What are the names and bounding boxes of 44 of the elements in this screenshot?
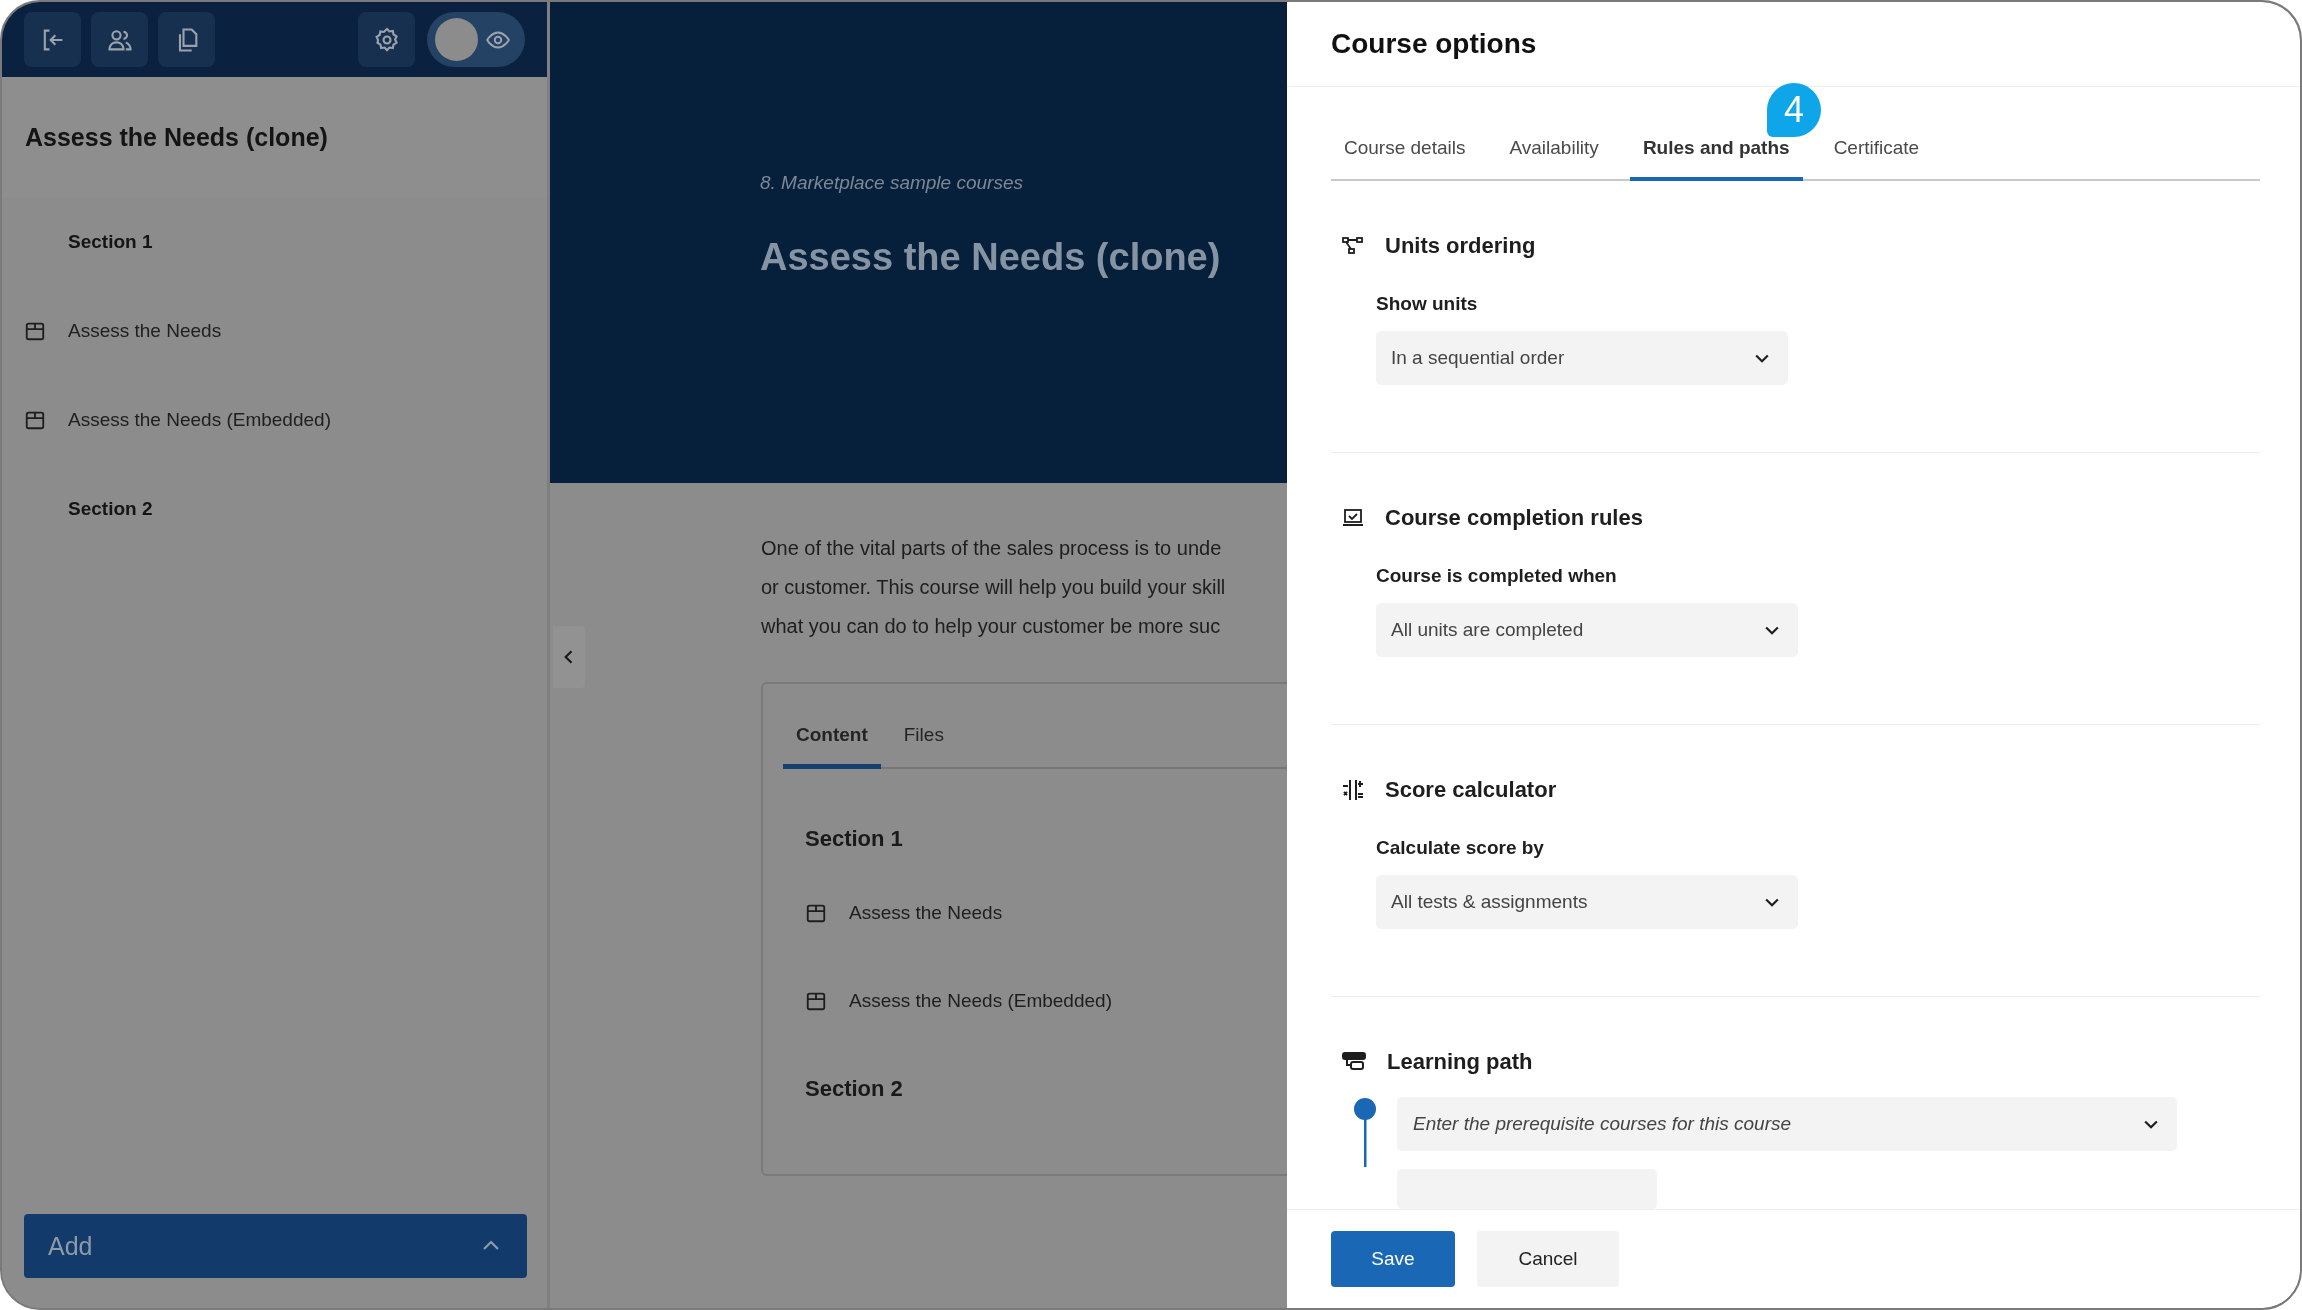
cancel-button[interactable]: Cancel bbox=[1477, 1231, 1619, 1287]
field-label: Calculate score by bbox=[1376, 837, 1545, 859]
select-field[interactable]: All units are completed bbox=[1376, 603, 1798, 657]
outline-item[interactable]: Assess the Needs (Embedded) bbox=[68, 408, 331, 431]
calculator-icon bbox=[1341, 778, 1365, 802]
section-title: Learning path bbox=[1387, 1049, 1533, 1075]
unit-icon bbox=[805, 990, 827, 1012]
section-title: Score calculator bbox=[1385, 777, 1557, 803]
settings-button[interactable] bbox=[358, 12, 415, 67]
course-heading: Assess the Needs (clone) bbox=[760, 236, 1222, 279]
add-button[interactable]: Add bbox=[24, 1214, 527, 1278]
exit-button[interactable] bbox=[24, 12, 81, 67]
content-tab[interactable]: Content bbox=[783, 710, 881, 769]
prerequisite-field[interactable]: Enter the prerequisite courses for this course bbox=[1397, 1097, 2177, 1151]
course-title: Assess the Needs (clone) bbox=[25, 122, 328, 152]
outline-item[interactable]: Section 2 bbox=[805, 1076, 903, 1102]
breadcrumb: 8. Marketplace sample courses bbox=[760, 172, 1024, 194]
section-title: Course completion rules bbox=[1385, 505, 1643, 531]
section-title: Units ordering bbox=[1385, 233, 1536, 259]
unit-icon bbox=[805, 902, 827, 924]
content-tab[interactable]: Files bbox=[890, 710, 957, 769]
select-field[interactable]: All tests & assignments bbox=[1376, 875, 1798, 929]
outline-item[interactable]: Section 2 bbox=[68, 497, 153, 520]
options-tab[interactable]: Certificate bbox=[1820, 117, 1933, 181]
outline-item[interactable]: Assess the Needs bbox=[68, 319, 222, 342]
description-text: One of the vital parts of the sales process is to unde bbox=[761, 536, 1223, 561]
panel-title: Course options bbox=[1331, 28, 1537, 60]
description-text: or customer. This course will help you build your skill bbox=[761, 575, 1227, 600]
outline-item[interactable]: Assess the Needs bbox=[849, 902, 1003, 924]
options-tab[interactable]: Course details bbox=[1331, 117, 1479, 181]
step-callout: 4 bbox=[1767, 83, 1821, 137]
copy-button[interactable] bbox=[158, 12, 215, 67]
options-tab[interactable]: Availability bbox=[1496, 117, 1612, 181]
save-button[interactable]: Save bbox=[1331, 1231, 1455, 1287]
description-text: what you can do to help your customer be more suc bbox=[761, 614, 1222, 639]
outline-item[interactable]: Assess the Needs (Embedded) bbox=[849, 990, 1112, 1012]
timeline-drawing bbox=[1353, 1097, 1377, 1167]
settings-icon bbox=[372, 25, 401, 54]
outline-item[interactable]: Section 1 bbox=[805, 826, 903, 852]
field-label: Course is completed when bbox=[1376, 565, 1618, 587]
select-field[interactable]: In a sequential order bbox=[1376, 331, 1788, 385]
outline-item[interactable]: Section 1 bbox=[68, 230, 153, 253]
users-button[interactable] bbox=[91, 12, 148, 67]
field-label: Show units bbox=[1376, 293, 1479, 315]
